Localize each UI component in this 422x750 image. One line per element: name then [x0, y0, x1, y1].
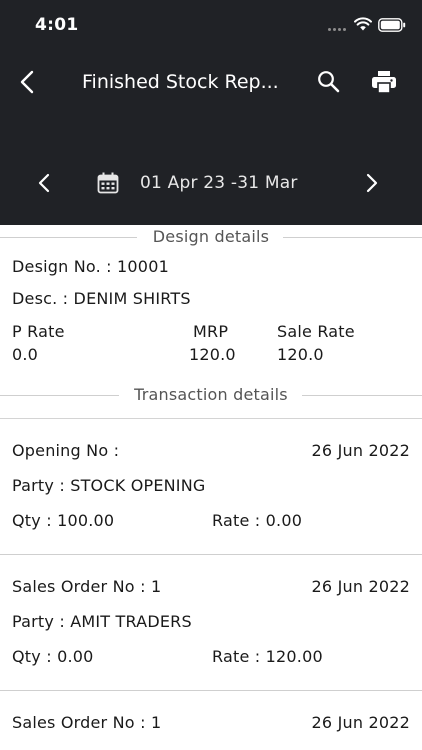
design-number: Design No. : 10001: [12, 257, 169, 276]
mrp-label: MRP: [193, 322, 229, 341]
date-range-label[interactable]: 01 Apr 23 -31 Mar: [140, 170, 298, 196]
transaction-date: 26 Jun 2022: [311, 441, 410, 460]
transaction-qty: Qty : 0.00: [12, 647, 94, 666]
transaction-party: Party : STOCK OPENING: [12, 476, 206, 495]
design-details-heading: Design details: [0, 227, 422, 247]
search-button[interactable]: [316, 69, 342, 95]
sale-rate-value: 120.0: [277, 345, 324, 364]
divider: [0, 690, 422, 691]
sale-rate-label: Sale Rate: [277, 322, 355, 341]
signal-dots-icon: [328, 28, 346, 31]
back-button[interactable]: [14, 68, 40, 96]
page-title: Finished Stock Rep...: [82, 71, 279, 93]
transaction-party: Party : AMIT TRADERS: [12, 612, 192, 631]
p-rate-label: P Rate: [12, 322, 65, 341]
divider: [0, 554, 422, 555]
next-range-button[interactable]: [362, 170, 382, 196]
transaction-date: 26 Jun 2022: [311, 577, 410, 596]
chevron-right-icon: [366, 173, 378, 193]
transaction-label: Sales Order No : 1: [12, 577, 162, 596]
app-header: 4:01 Finished Stock Rep... 01 Apr 23 -31…: [0, 0, 422, 225]
printer-icon: [372, 71, 396, 94]
status-time: 4:01: [35, 15, 79, 35]
section-title: Transaction details: [134, 385, 288, 404]
transaction-label: Sales Order No : 1: [12, 713, 162, 732]
search-icon: [318, 71, 340, 93]
chevron-left-icon: [20, 70, 34, 94]
mrp-value: 120.0: [189, 345, 236, 364]
previous-range-button[interactable]: [34, 170, 54, 196]
transaction-rate: Rate : 0.00: [212, 511, 303, 530]
transaction-date: 26 Jun 2022: [311, 713, 410, 732]
transaction-label: Opening No :: [12, 441, 120, 460]
section-title: Design details: [152, 227, 270, 246]
transaction-qty: Qty : 100.00: [12, 511, 115, 530]
design-description: Desc. : DENIM SHIRTS: [12, 289, 191, 308]
print-button[interactable]: [370, 68, 398, 96]
calendar-icon[interactable]: [97, 172, 119, 194]
transaction-details-heading: Transaction details: [0, 385, 422, 405]
divider: [0, 418, 422, 419]
wifi-icon: [354, 17, 372, 31]
battery-icon: [378, 18, 406, 32]
transaction-rate: Rate : 120.00: [212, 647, 323, 666]
chevron-left-icon: [38, 173, 50, 193]
p-rate-value: 0.0: [12, 345, 39, 364]
